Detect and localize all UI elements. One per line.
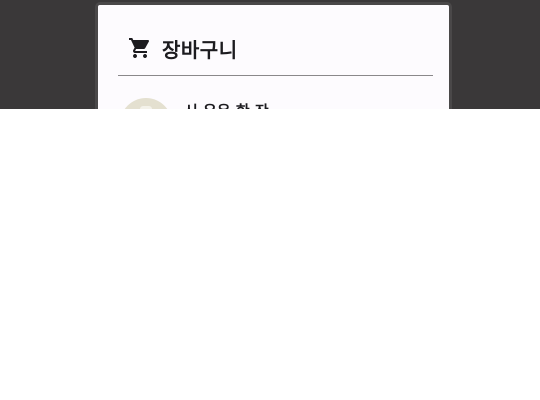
dialog-header: 장바구니 [128,33,238,63]
shopping-cart-icon [128,36,152,60]
milk-bottle-icon [140,106,152,109]
header-divider [118,75,433,76]
cart-item[interactable]: 시 우유 한 잔 [120,98,430,109]
item-name: 시 우유 한 잔 [184,100,269,109]
dialog-title: 장바구니 [162,37,238,62]
item-thumbnail [120,98,172,109]
cart-dialog: 장바구니 시 우유 한 잔 [95,2,452,109]
modal-backdrop[interactable]: 장바구니 시 우유 한 잔 [0,0,540,109]
